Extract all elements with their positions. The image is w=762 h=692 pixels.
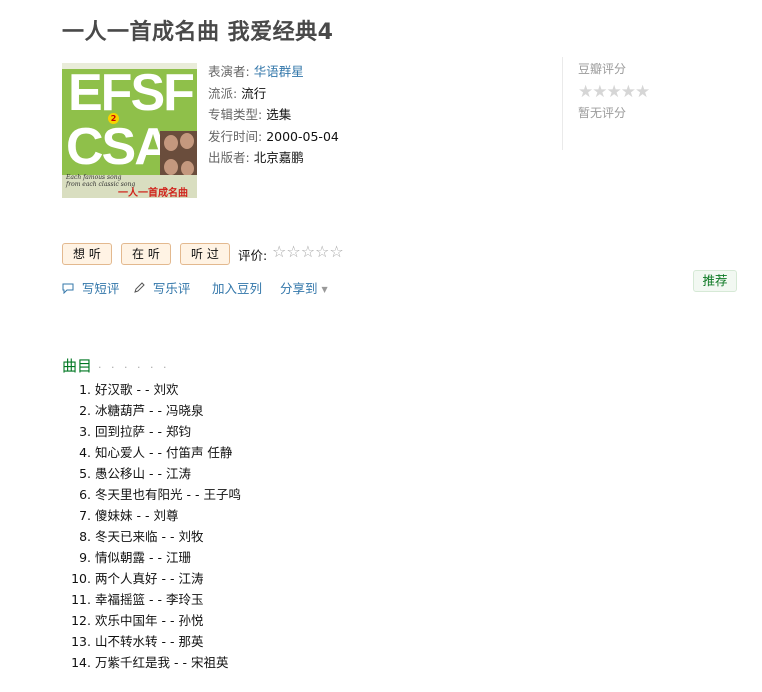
- track-number: 6.: [79, 487, 91, 502]
- track-number: 7.: [79, 508, 91, 523]
- listening-button[interactable]: 在 听: [121, 243, 171, 265]
- track-number: 9.: [79, 550, 91, 565]
- cover-photo-face: [180, 133, 194, 149]
- add-to-doulist-link[interactable]: 加入豆列: [212, 278, 262, 297]
- cover-photo-face: [164, 159, 178, 175]
- rating-stars-icon: ★★★★★: [578, 82, 650, 102]
- track-title: 好汉歌 - - 刘欢: [95, 382, 179, 397]
- track-item: 6. 冬天里也有阳光 - - 王子鸣: [62, 484, 241, 505]
- track-item: 4. 知心爱人 - - 付笛声 任静: [62, 442, 241, 463]
- info-publisher: 出版者: 北京嘉鹏: [208, 150, 304, 165]
- track-item: 7. 傻妹妹 - - 刘尊: [62, 505, 241, 526]
- my-rating-stars-icon[interactable]: ☆☆☆☆☆: [272, 242, 344, 261]
- rate-label: 评价:: [238, 248, 268, 263]
- track-item: 8. 冬天已来临 - - 刘牧: [62, 526, 241, 547]
- want-listen-button[interactable]: 想 听: [62, 243, 112, 265]
- track-item: 11. 幸福摇篮 - - 李玲玉: [62, 589, 241, 610]
- track-number: 3.: [79, 424, 91, 439]
- performer-link[interactable]: 华语群星: [254, 64, 304, 79]
- track-title: 傻妹妹 - - 刘尊: [95, 508, 179, 523]
- recommend-button[interactable]: 推荐: [693, 270, 737, 292]
- chevron-down-icon: ▼: [321, 285, 328, 294]
- speech-bubble-icon: [62, 282, 78, 296]
- rating-none-text: 暂无评分: [578, 106, 627, 120]
- cover-photo-face: [164, 135, 178, 151]
- track-item: 12. 欢乐中国年 - - 孙悦: [62, 610, 241, 631]
- track-number: 13.: [71, 634, 91, 649]
- track-title: 知心爱人 - - 付笛声 任静: [95, 445, 233, 460]
- write-short-review-link[interactable]: 写短评: [62, 278, 119, 297]
- cover-photo-face: [181, 161, 194, 176]
- cover-chinese-text: 一人一首成名曲: [118, 188, 188, 198]
- track-item: 5. 愚公移山 - - 江涛: [62, 463, 241, 484]
- track-item: 3. 回到拉萨 - - 郑钧: [62, 421, 241, 442]
- track-item: 13. 山不转水转 - - 那英: [62, 631, 241, 652]
- track-title: 两个人真好 - - 江涛: [95, 571, 204, 586]
- track-title: 幸福摇篮 - - 李玲玉: [95, 592, 204, 607]
- cover-letters-bottom: CSA: [66, 118, 172, 176]
- track-number: 4.: [79, 445, 91, 460]
- track-number: 8.: [79, 529, 91, 544]
- track-title: 情似朝露 - - 江珊: [95, 550, 191, 565]
- track-title: 欢乐中国年 - - 孙悦: [95, 613, 204, 628]
- info-type: 专辑类型: 选集: [208, 107, 292, 122]
- page-title: 一人一首成名曲 我爱经典4: [62, 20, 334, 45]
- track-title: 山不转水转 - - 那英: [95, 634, 204, 649]
- track-item: 1. 好汉歌 - - 刘欢: [62, 379, 241, 400]
- listened-button[interactable]: 听 过: [180, 243, 230, 265]
- track-number: 2.: [79, 403, 91, 418]
- track-item: 9. 情似朝露 - - 江珊: [62, 547, 241, 568]
- track-title: 万紫千红是我 - - 宋祖英: [95, 655, 229, 670]
- track-number: 1.: [79, 382, 91, 397]
- track-number: 12.: [71, 613, 91, 628]
- track-number: 11.: [71, 592, 91, 607]
- tracklist: 1. 好汉歌 - - 刘欢 2. 冰糖葫芦 - - 冯晓泉 3. 回到拉萨 - - 郑钧 4…: [62, 379, 241, 673]
- info-performer: 表演者: 华语群星: [208, 64, 304, 79]
- cover-disc-number: 2: [108, 113, 119, 124]
- album-cover[interactable]: EFSF CSA 2 Each famous song from each cl…: [62, 63, 197, 198]
- track-title: 愚公移山 - - 江涛: [95, 466, 191, 481]
- tracklist-heading: 曲目 · · · · · ·: [62, 357, 170, 375]
- track-title: 回到拉萨 - - 郑钧: [95, 424, 191, 439]
- rating-title: 豆瓣评分: [578, 62, 627, 76]
- share-dropdown[interactable]: 分享到 ▼: [280, 278, 328, 297]
- track-title: 冬天已来临 - - 刘牧: [95, 529, 204, 544]
- track-number: 10.: [71, 571, 91, 586]
- pencil-icon: [133, 282, 149, 296]
- write-review-link[interactable]: 写乐评: [133, 278, 190, 297]
- track-item: 14. 万紫千红是我 - - 宋祖英: [62, 652, 241, 673]
- track-number: 5.: [79, 466, 91, 481]
- info-release-date: 发行时间: 2000-05-04: [208, 128, 339, 144]
- track-item: 2. 冰糖葫芦 - - 冯晓泉: [62, 400, 241, 421]
- douban-rating: 豆瓣评分 ★★★★★ 暂无评分: [562, 57, 743, 150]
- track-title: 冰糖葫芦 - - 冯晓泉: [95, 403, 204, 418]
- album-info: 表演者: 华语群星 流派: 流行 专辑类型: 选集 发行时间: 2000-05-…: [208, 61, 339, 169]
- info-genre: 流派: 流行: [208, 85, 267, 101]
- track-number: 14.: [71, 655, 91, 670]
- cover-letters-top: EFSF: [68, 64, 195, 122]
- track-title: 冬天里也有阳光 - - 王子鸣: [95, 487, 241, 502]
- heading-dots: · · · · · ·: [98, 361, 170, 374]
- track-item: 10. 两个人真好 - - 江涛: [62, 568, 241, 589]
